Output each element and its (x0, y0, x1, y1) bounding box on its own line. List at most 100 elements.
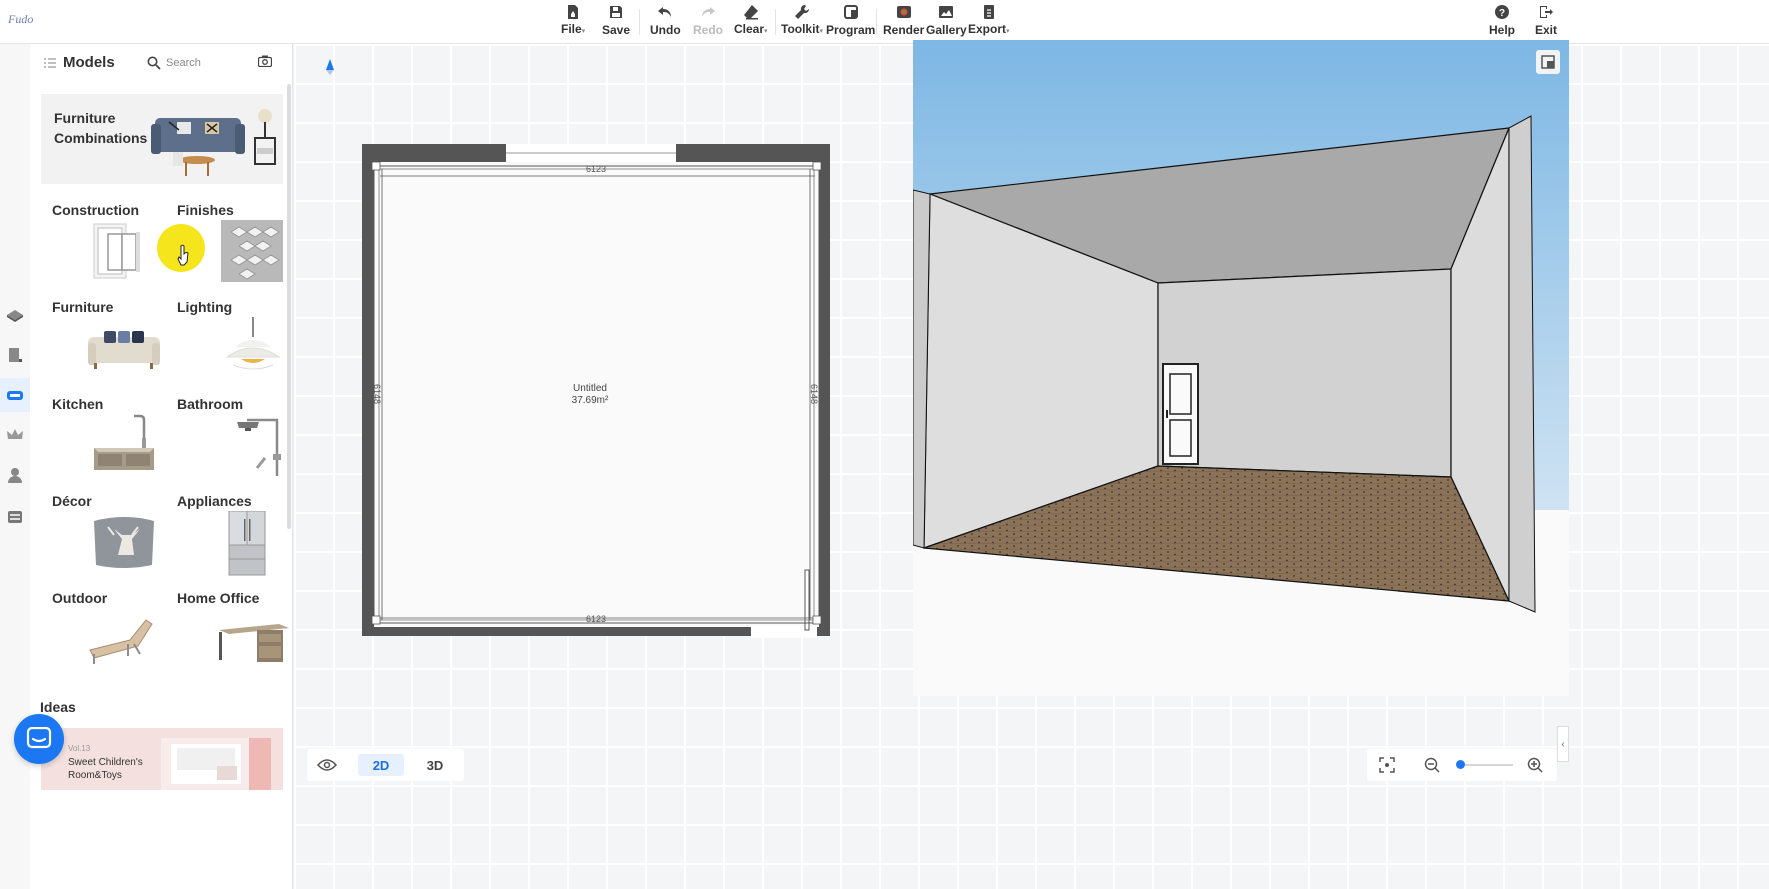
children-room-thumbnail (161, 738, 271, 790)
pendant-lamp-thumbnail (225, 317, 281, 370)
combo-title: Furniture Combinations (54, 110, 148, 146)
category-outdoor[interactable]: Outdoor (52, 590, 172, 684)
floor-plan[interactable]: 6123 6123 6148 6148 Untitled 37.69m² (360, 142, 835, 640)
3d-preview[interactable] (913, 40, 1569, 696)
chat-support-button[interactable] (14, 714, 64, 764)
ideas-card[interactable]: Vol.13 Sweet Children's Room&Toys (41, 728, 283, 790)
room-area: 37.69m² (572, 395, 609, 406)
render-button[interactable]: Render (883, 4, 924, 40)
collapse-arrow-icon[interactable]: ‹ (1557, 726, 1569, 762)
tile-texture-thumbnail (221, 220, 283, 282)
category-home-office[interactable]: Home Office (177, 590, 292, 684)
ideas-title: Ideas (40, 699, 76, 715)
living-room-set-thumbnail (151, 109, 276, 176)
kitchen-sink-thumbnail (94, 414, 154, 470)
save-button[interactable]: Save (602, 4, 630, 40)
view-3d-button[interactable]: 3D (412, 754, 458, 776)
redo-icon (702, 7, 715, 17)
category-lighting[interactable]: Lighting (177, 299, 292, 393)
toolbar-divider (876, 9, 877, 35)
undo-button[interactable]: Undo (650, 4, 681, 40)
panel-title: Models (63, 54, 115, 71)
clear-menu-button[interactable]: Clear▾ (734, 4, 768, 40)
door-icon (9, 348, 22, 362)
rail-structure[interactable] (0, 298, 30, 332)
window-door-thumbnail (93, 223, 140, 279)
layout-toggle-icon (1541, 55, 1555, 69)
rail-crown[interactable] (0, 418, 30, 452)
export-menu-button[interactable]: Export▾ (968, 4, 1010, 40)
toolbar-divider (639, 9, 640, 35)
toolbar-divider (775, 9, 776, 35)
zoom-slider-track[interactable] (1457, 764, 1513, 766)
lounge-chair-thumbnail (89, 619, 153, 664)
refrigerator-thumbnail (228, 511, 266, 576)
ideas-card-title: Sweet Children's Room&Toys (68, 757, 143, 781)
left-icon-rail (0, 44, 30, 889)
sofa-icon (7, 391, 23, 400)
camera-icon[interactable] (258, 55, 272, 67)
house-icon (7, 310, 23, 322)
category-bathroom[interactable]: Bathroom (177, 396, 292, 490)
furniture-combinations-card[interactable]: Furniture Combinations (41, 94, 283, 184)
hand-cursor-icon (177, 244, 189, 266)
dimension-right: 6148 (809, 384, 819, 404)
eye-icon[interactable] (317, 757, 337, 773)
top-toolbar: Fudo File▾ Save Undo Redo Clear▾ Toolkit… (0, 0, 1769, 44)
undo-icon (658, 7, 672, 17)
crown-icon (7, 429, 23, 439)
view-mode-bar: 2D 3D (307, 749, 464, 781)
category-decor[interactable]: Décor (52, 493, 172, 587)
pillow-thumbnail (94, 517, 154, 568)
dimension-left: 6148 (372, 384, 382, 404)
export-icon (983, 5, 994, 19)
program-icon (843, 5, 858, 19)
zoom-in-icon[interactable] (1527, 757, 1543, 773)
compass-north-icon (326, 59, 334, 75)
redo-button[interactable]: Redo (693, 4, 723, 40)
wrench-icon (794, 4, 809, 19)
help-icon: ? (1495, 5, 1509, 19)
rail-models[interactable] (0, 378, 30, 412)
save-icon (610, 6, 623, 18)
zoom-out-icon[interactable] (1424, 757, 1440, 773)
view-2d-button[interactable]: 2D (358, 754, 404, 776)
preview-layout-button[interactable] (1536, 50, 1560, 74)
category-construction[interactable]: Construction (52, 202, 172, 296)
zoom-bar (1367, 749, 1557, 781)
rail-account[interactable] (0, 458, 30, 492)
cabinet-icon (8, 511, 22, 523)
svg-text:?: ? (1499, 8, 1505, 19)
shower-thumbnail (237, 418, 281, 476)
file-icon (568, 5, 579, 19)
gallery-button[interactable]: Gallery (926, 4, 967, 40)
toolkit-menu-button[interactable]: Toolkit▾ (781, 4, 823, 40)
desk-thumbnail (219, 624, 289, 662)
exit-icon (1540, 6, 1553, 18)
user-icon (8, 468, 22, 483)
eraser-icon (743, 5, 758, 20)
program-button[interactable]: Program (826, 4, 875, 40)
exit-button[interactable]: Exit (1535, 4, 1557, 40)
panel-header: Models (30, 44, 292, 84)
category-kitchen[interactable]: Kitchen (52, 396, 172, 490)
chat-icon (26, 727, 52, 749)
ideas-volume: Vol.13 (68, 744, 91, 753)
search-icon (147, 56, 161, 70)
render-icon (896, 6, 911, 18)
search-input[interactable] (166, 53, 250, 73)
category-appliances[interactable]: Appliances (177, 493, 292, 587)
zoom-slider-knob[interactable] (1455, 760, 1465, 769)
help-button[interactable]: ? Help (1489, 4, 1515, 40)
rail-door[interactable] (0, 338, 30, 372)
app-logo: Fudo (8, 12, 34, 26)
gallery-icon (939, 6, 954, 18)
door-leaf[interactable] (804, 569, 810, 631)
dimension-bottom: 6123 (586, 614, 606, 624)
rail-storage[interactable] (0, 500, 30, 534)
file-menu-button[interactable]: File▾ (561, 4, 585, 40)
category-furniture[interactable]: Furniture (52, 299, 172, 393)
3d-room-render[interactable] (913, 40, 1569, 696)
fit-screen-icon[interactable] (1379, 757, 1395, 773)
models-panel: Models Furniture Combinations Con (30, 44, 293, 889)
